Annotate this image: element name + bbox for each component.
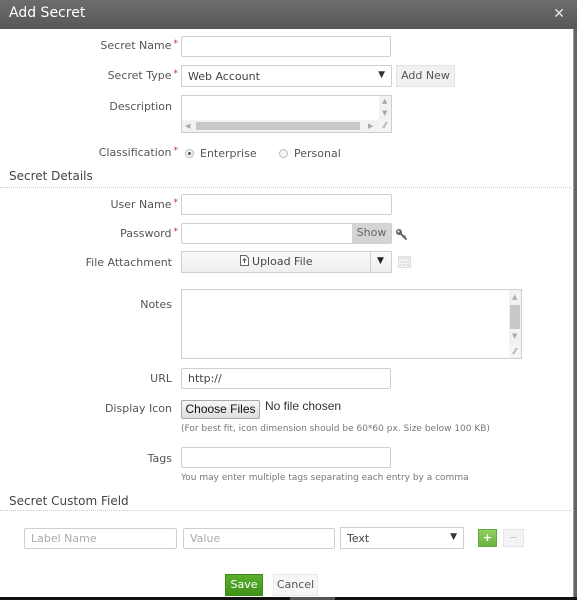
scroll-down-icon[interactable]: ▼	[512, 332, 517, 340]
radio-enterprise[interactable]	[185, 149, 194, 158]
radio-enterprise-label[interactable]: Enterprise	[200, 147, 257, 160]
secret-name-input[interactable]	[181, 36, 391, 57]
upload-file-button[interactable]: Upload File	[181, 251, 371, 273]
secret-type-select[interactable]: Web Account ▼	[181, 65, 392, 87]
custom-label-name-input[interactable]	[24, 528, 177, 549]
user-name-label: User Name *	[60, 198, 178, 211]
cancel-button[interactable]: Cancel	[273, 574, 318, 596]
key-icon[interactable]	[395, 228, 408, 241]
classification-label-text: Classification	[98, 146, 172, 159]
custom-field-type-value: Text	[347, 532, 370, 545]
required-mark: *	[173, 227, 179, 237]
resize-grip-icon[interactable]: ⁄⁄	[509, 346, 521, 358]
notes-label: Notes	[140, 298, 172, 311]
close-icon[interactable]: ✕	[553, 6, 565, 22]
url-label: URL	[150, 372, 172, 385]
file-status-text: No file chosen	[265, 399, 342, 413]
required-mark: *	[173, 198, 179, 208]
upload-options-dropdown[interactable]: ▼	[370, 251, 392, 273]
tags-hint: You may enter multiple tags separating e…	[181, 473, 469, 483]
upload-file-label: Upload File	[252, 255, 313, 268]
dialog-title: Add Secret	[9, 5, 86, 21]
url-input[interactable]	[181, 368, 391, 389]
add-secret-dialog: Add Secret ✕ Secret Name * Secret Type * W…	[0, 0, 577, 597]
remove-custom-field-button[interactable]: −	[503, 529, 524, 547]
section-title-secret-details: Secret Details	[9, 169, 93, 183]
description-label: Description	[109, 100, 172, 113]
display-icon-hint: (For best fit, icon dimension should be …	[181, 424, 490, 434]
add-custom-field-button[interactable]: +	[478, 529, 497, 547]
tags-input[interactable]	[181, 447, 391, 468]
vertical-scrollbar[interactable]: ▲ ▼	[509, 290, 521, 347]
tags-label: Tags	[147, 452, 172, 465]
required-mark: *	[173, 146, 179, 156]
user-name-label-text: User Name	[110, 198, 172, 211]
section-divider	[0, 187, 574, 188]
display-icon-label: Display Icon	[104, 402, 172, 415]
show-password-button[interactable]: Show	[352, 224, 391, 243]
save-button[interactable]: Save	[225, 574, 263, 596]
scroll-up-icon[interactable]: ▲	[382, 97, 387, 105]
secret-type-label: Secret Type *	[60, 69, 178, 82]
required-mark: *	[173, 39, 179, 49]
dialog-title-bar: Add Secret ✕	[0, 0, 577, 29]
minus-icon: −	[508, 531, 519, 544]
secret-type-value: Web Account	[188, 70, 260, 83]
section-divider	[0, 510, 574, 511]
scroll-left-icon[interactable]: ◀	[185, 122, 190, 130]
add-new-type-button[interactable]: Add New	[396, 65, 455, 87]
scroll-up-icon[interactable]: ▲	[512, 293, 517, 301]
scroll-thumb[interactable]	[510, 305, 520, 329]
password-label: Password *	[60, 227, 178, 240]
choose-files-button[interactable]: Choose Files	[181, 400, 260, 419]
file-attachment-label: File Attachment	[85, 256, 172, 269]
plus-icon: +	[482, 531, 493, 544]
scroll-right-icon[interactable]: ▶	[368, 122, 373, 130]
scroll-thumb[interactable]	[196, 122, 360, 130]
password-label-text: Password	[120, 227, 172, 240]
classification-label: Classification *	[60, 146, 178, 159]
file-upload-icon	[239, 255, 249, 266]
custom-value-input[interactable]	[183, 528, 335, 549]
dropdown-arrow-icon: ▼	[450, 532, 457, 542]
scroll-down-icon[interactable]: ▼	[382, 109, 387, 117]
vertical-scrollbar[interactable]: ▲ ▼	[379, 96, 391, 122]
calendar-icon[interactable]	[398, 255, 411, 268]
radio-personal-label[interactable]: Personal	[294, 147, 341, 160]
notes-textarea[interactable]: ▲ ▼ ⁄⁄	[181, 289, 522, 359]
horizontal-scrollbar[interactable]: ◀ ▶	[182, 120, 379, 132]
secret-name-label: Secret Name *	[60, 39, 178, 52]
dropdown-arrow-icon: ▼	[378, 70, 385, 80]
custom-field-type-select[interactable]: Text ▼	[340, 527, 464, 549]
secret-type-label-text: Secret Type	[107, 69, 172, 82]
radio-personal[interactable]	[279, 149, 288, 158]
required-mark: *	[173, 69, 179, 79]
description-textarea[interactable]: ▲ ▼ ◀ ▶ ⁄⁄	[181, 95, 392, 133]
secret-name-label-text: Secret Name	[100, 39, 172, 52]
resize-grip-icon[interactable]: ⁄⁄	[379, 120, 391, 132]
section-title-custom-field: Secret Custom Field	[9, 494, 129, 508]
user-name-input[interactable]	[181, 194, 392, 215]
dropdown-arrow-icon: ▼	[377, 256, 384, 266]
